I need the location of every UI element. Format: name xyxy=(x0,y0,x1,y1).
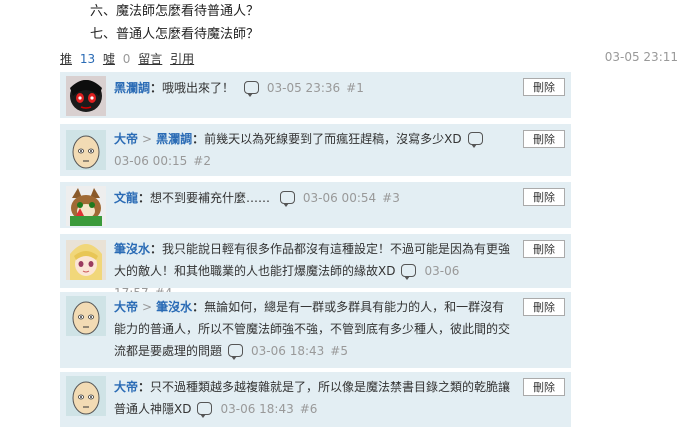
quote-link[interactable]: 引用 xyxy=(170,52,194,66)
avatar-dadi[interactable] xyxy=(66,130,106,170)
delete-button[interactable]: 刪除 xyxy=(523,130,565,148)
delete-button[interactable]: 刪除 xyxy=(523,188,565,206)
reply-arrow-icon: > xyxy=(142,132,153,146)
outline-item-6: 六、魔法師怎麼看待普通人？ xyxy=(90,4,260,19)
post-actions: 推 13 噓 0 留言 引用 xyxy=(60,50,198,67)
post-time: 03-05 23:11 xyxy=(604,50,678,64)
reply-target[interactable]: 筆沒水 xyxy=(156,300,192,314)
reply-target[interactable]: 黑瀾調 xyxy=(156,132,192,146)
avatar-bimeishui[interactable] xyxy=(66,240,106,280)
delete-button[interactable]: 刪除 xyxy=(523,378,565,396)
reply-bubble-icon[interactable] xyxy=(228,344,244,360)
comment-author[interactable]: 大帝 xyxy=(114,300,138,314)
comment-floor: #6 xyxy=(299,402,318,416)
comment-floor: #2 xyxy=(193,154,211,168)
reply-bubble-icon[interactable] xyxy=(243,81,259,97)
avatar-dadi[interactable] xyxy=(66,376,106,416)
delete-button[interactable]: 刪除 xyxy=(523,78,565,96)
outline-item-7: 七、普通人怎麼看待魔法師？ xyxy=(90,27,260,42)
boo-button[interactable]: 噓 xyxy=(103,52,115,66)
delete-button[interactable]: 刪除 xyxy=(523,298,565,316)
comment-text: 想不到要補充什麼…… xyxy=(150,191,271,205)
comment-1: 黑瀾調：哦哦出來了！ 03-05 23:36 #1 刪除 xyxy=(60,72,571,118)
reply-bubble-icon[interactable] xyxy=(197,402,213,418)
avatar-wenlong[interactable] xyxy=(66,186,106,226)
comment-floor: #1 xyxy=(346,81,364,95)
avatar-heilan[interactable] xyxy=(66,76,106,116)
avatar-dadi[interactable] xyxy=(66,296,106,336)
boo-count: 0 xyxy=(122,52,131,66)
reply-bubble-icon[interactable] xyxy=(401,264,417,280)
delete-button[interactable]: 刪除 xyxy=(523,240,565,258)
push-count[interactable]: 13 xyxy=(80,52,95,66)
comment-author[interactable]: 大帝 xyxy=(114,132,138,146)
reply-bubble-icon[interactable] xyxy=(467,132,483,148)
comment-time: 03-06 18:43 xyxy=(220,402,294,416)
comment-5: 大帝 > 筆沒水：無論如何，總是有一群或多群具有能力的人，和一群沒有能力的普通人，所… xyxy=(60,292,571,368)
push-button[interactable]: 推 xyxy=(60,52,72,66)
comment-text: 哦哦出來了！ xyxy=(162,81,235,95)
comment-author[interactable]: 筆沒水 xyxy=(114,242,150,256)
comment-floor: #3 xyxy=(382,191,400,205)
reply-link[interactable]: 留言 xyxy=(138,52,162,66)
comment-4: 筆沒水：我只能說日輕有很多作品都沒有這種設定！不過可能是因為有更強大的敵人！和其… xyxy=(60,234,571,300)
reply-bubble-icon[interactable] xyxy=(279,191,295,207)
comment-time: 03-06 00:15 xyxy=(114,154,188,168)
comment-3: 文龍：想不到要補充什麼…… 03-06 00:54 #3 刪除 xyxy=(60,182,571,228)
comment-2: 大帝 > 黑瀾調：前幾天以為死線要到了而瘋狂趕稿，沒寫多少XD 03-06 00:15… xyxy=(60,124,571,176)
comment-author[interactable]: 大帝 xyxy=(114,380,138,394)
comment-6: 大帝：只不過種類越多越複雜就是了，所以像是魔法禁書目錄之類的乾脆讓普通人神隱XD… xyxy=(60,372,571,427)
comment-time: 03-06 00:54 xyxy=(302,191,377,205)
comment-time: 03-05 23:36 xyxy=(266,81,341,95)
comment-time: 03-06 18:43 xyxy=(251,344,325,358)
reply-arrow-icon: > xyxy=(142,300,153,314)
comment-author[interactable]: 黑瀾調 xyxy=(114,81,150,95)
comment-author[interactable]: 文龍 xyxy=(114,191,138,205)
comment-floor: #5 xyxy=(330,344,348,358)
comment-text: 前幾天以為死線要到了而瘋狂趕稿，沒寫多少XD xyxy=(204,132,462,146)
